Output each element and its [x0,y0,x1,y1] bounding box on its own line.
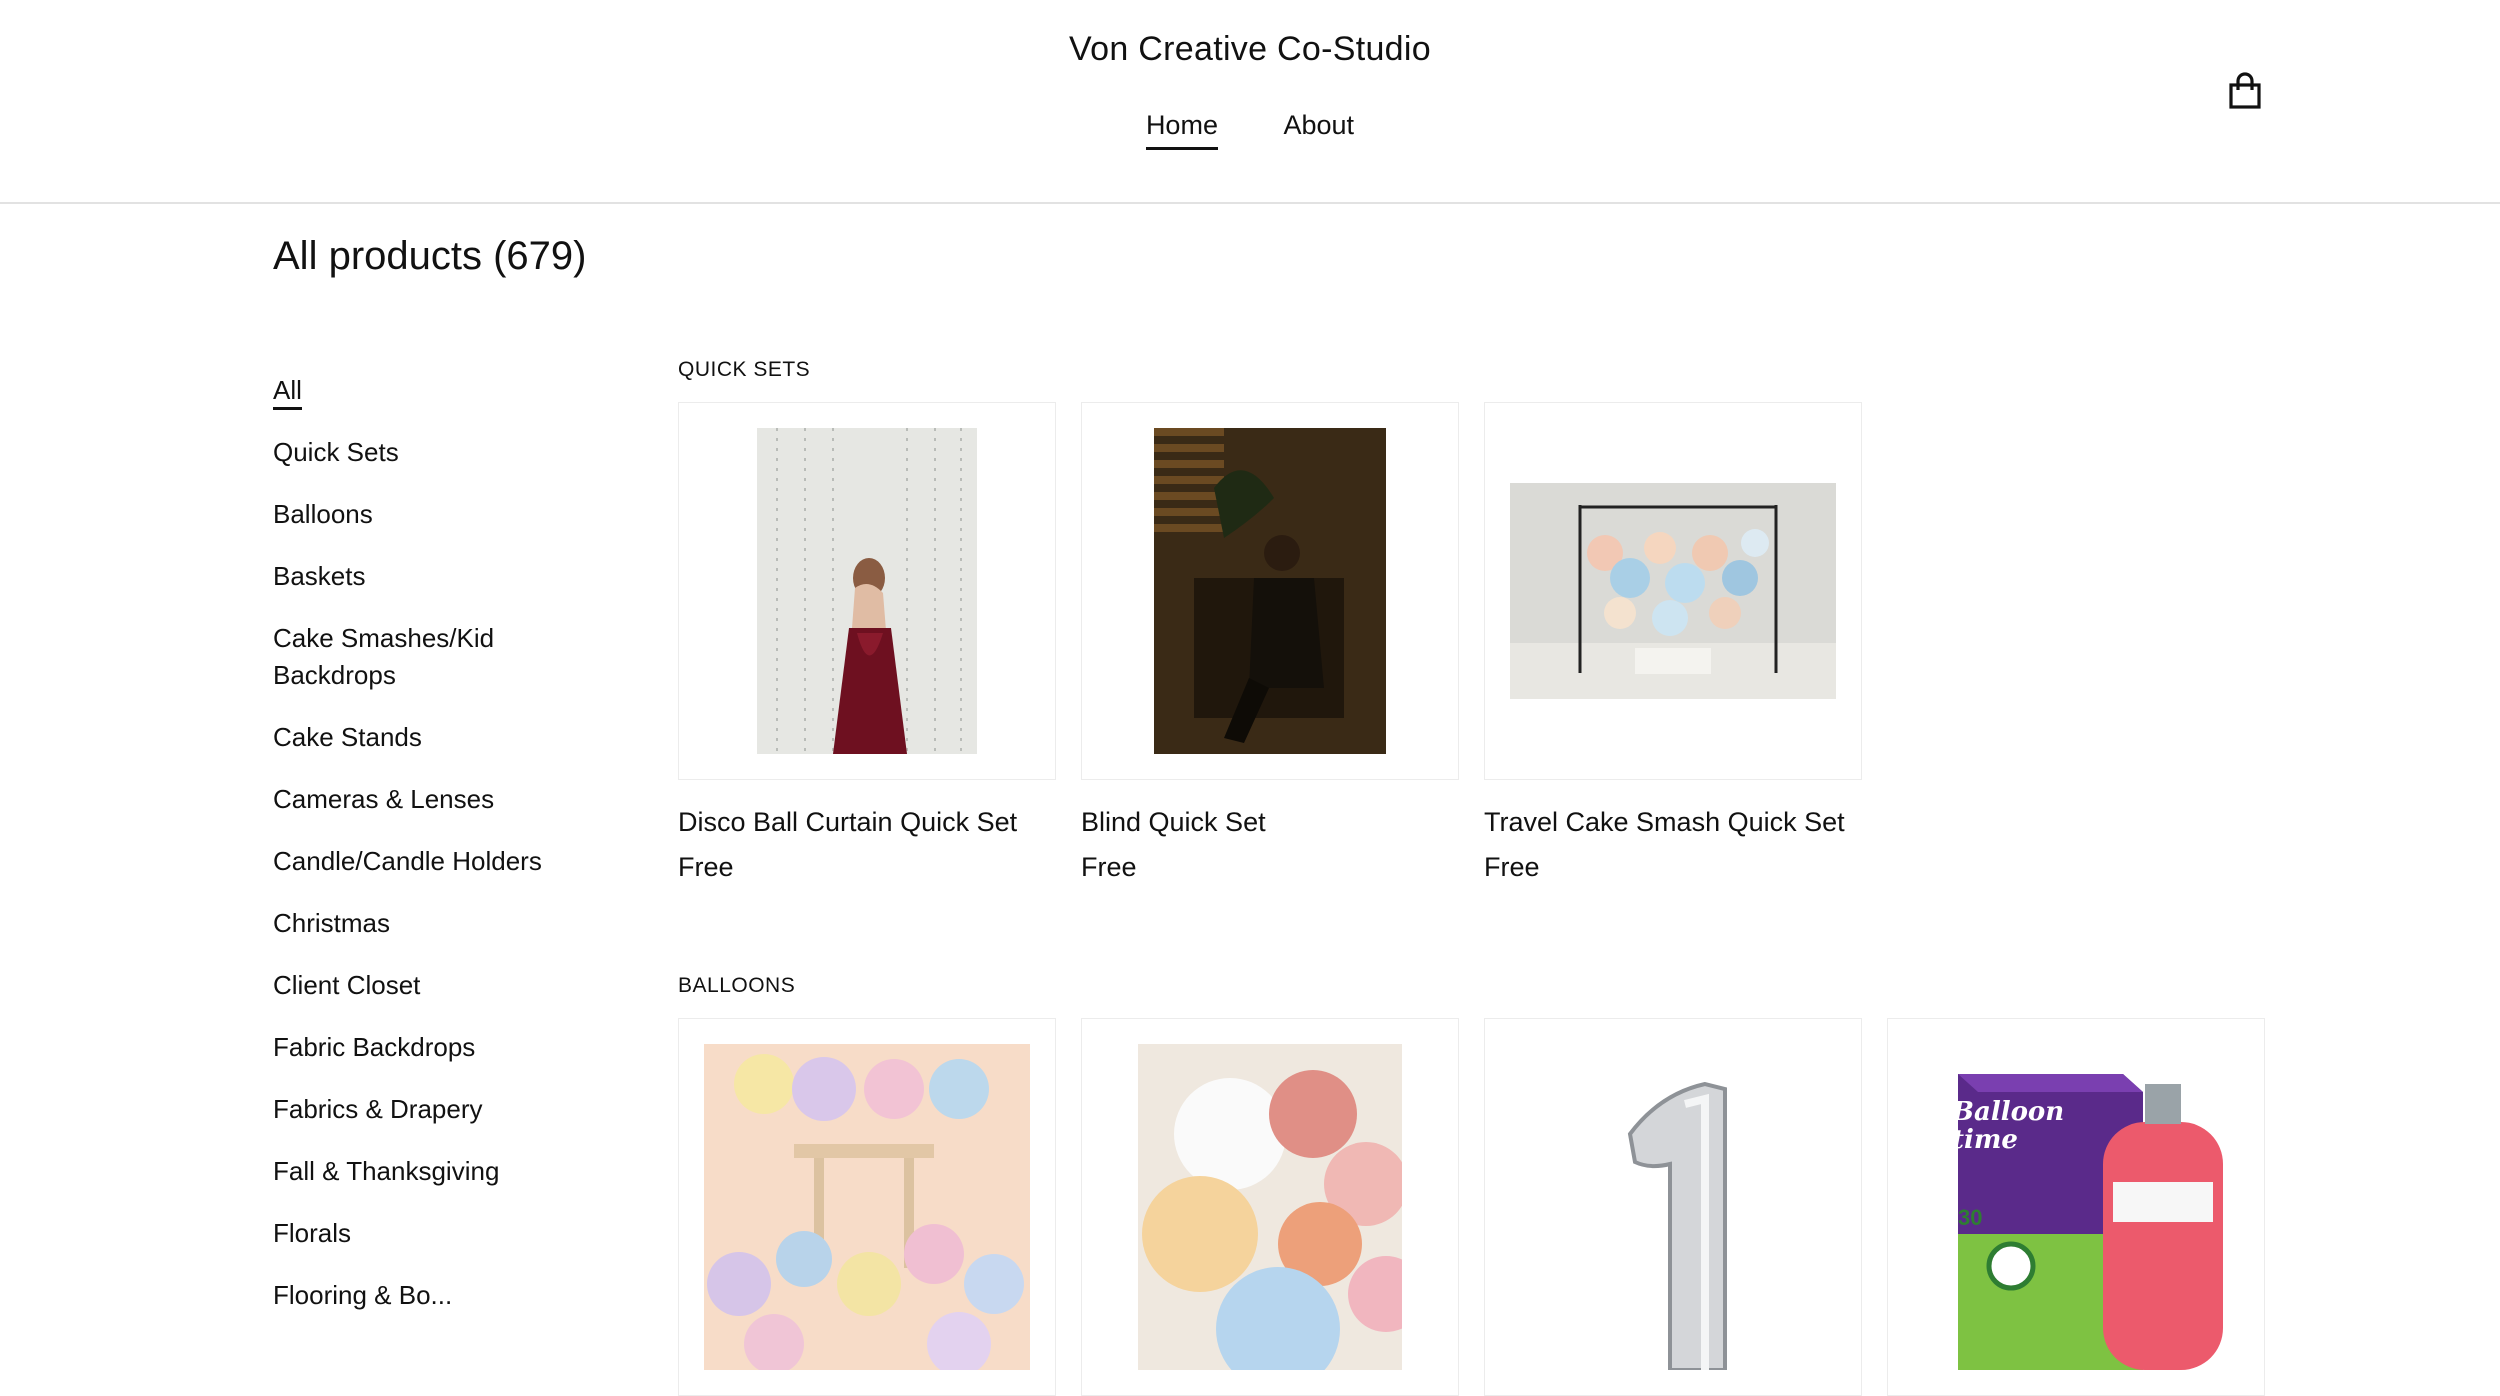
category-label: Baskets [273,561,366,591]
product-image-frame [1484,402,1862,780]
product-card-disco-ball[interactable]: Disco Ball Curtain Quick Set Free [678,402,1056,883]
category-label: Flooring & Bo... [273,1280,453,1310]
product-image-frame [1081,402,1459,780]
section-title-quick-sets: QUICK SETS [678,358,811,381]
category-label: Cake Stands [273,722,422,752]
pastel-balloons-photo [704,1044,1030,1370]
product-card-blind[interactable]: Blind Quick Set Free [1081,402,1459,883]
category-christmas[interactable]: Christmas [273,905,603,942]
product-price: Free [1081,852,1137,882]
category-all[interactable]: All [273,372,603,410]
category-cake-smashes[interactable]: Cake Smashes/Kid Backdrops [273,620,603,694]
product-card-travel-cake-smash[interactable]: Travel Cake Smash Quick Set Free [1484,402,1862,883]
product-card-balloon-3[interactable] [1484,1018,1862,1396]
disco-ball-curtain-photo [757,428,977,754]
category-flooring[interactable]: Flooring & Bo... [273,1277,603,1314]
category-client-closet[interactable]: Client Closet [273,967,603,1004]
travel-cake-smash-photo [1510,483,1836,699]
product-name: Travel Cake Smash Quick Set [1484,807,1845,837]
category-label: Fabrics & Drapery [273,1094,483,1124]
category-label: Client Closet [273,970,421,1000]
category-baskets[interactable]: Baskets [273,558,603,595]
site-title[interactable]: Von Creative Co-Studio [0,30,2500,69]
category-candle-holders[interactable]: Candle/Candle Holders [273,843,603,880]
category-quick-sets[interactable]: Quick Sets [273,434,603,471]
site-header: Von Creative Co-Studio Home About [0,0,2500,204]
category-fabric-backdrops[interactable]: Fabric Backdrops [273,1029,603,1066]
category-label: Cameras & Lenses [273,784,495,814]
product-image-frame [678,402,1056,780]
product-name: Blind Quick Set [1081,807,1266,837]
category-label: Florals [273,1218,352,1248]
category-fall-thanksgiving[interactable]: Fall & Thanksgiving [273,1153,603,1190]
category-label: Balloons [273,499,373,529]
product-image-frame [1081,1018,1459,1396]
product-card-balloon-2[interactable] [1081,1018,1459,1396]
page-title: All products (679) [273,234,587,278]
nav-about-link[interactable]: About [1283,110,1354,147]
category-label: Cake Smashes/Kid Backdrops [273,623,495,690]
category-balloons[interactable]: Balloons [273,496,603,533]
product-name: Disco Ball Curtain Quick Set [678,807,1018,837]
shopping-bag-icon[interactable] [2228,72,2262,110]
balloon-bunch-photo [1138,1044,1402,1370]
category-label: All [273,375,302,410]
category-cameras-lenses[interactable]: Cameras & Lenses [273,781,603,818]
number-one-balloon-photo [1510,1044,1836,1370]
blind-set-photo [1154,428,1386,754]
category-label: Fall & Thanksgiving [273,1156,500,1186]
section-title-balloons: BALLOONS [678,974,796,997]
product-image-frame [678,1018,1056,1396]
category-label: Candle/Candle Holders [273,846,542,876]
product-image-frame [1484,1018,1862,1396]
category-florals[interactable]: Florals [273,1215,603,1252]
category-sidebar: All Quick Sets Balloons Baskets Cake Sma… [273,372,603,1339]
helium-tank-number: 30 [1958,1205,1983,1230]
product-price: Free [678,852,734,882]
product-image-frame [1887,1018,2265,1396]
helium-tank-label: Balloon time [1952,1097,2065,1155]
product-card-balloon-1[interactable] [678,1018,1056,1396]
category-label: Quick Sets [273,437,399,467]
main-nav: Home About [0,110,2500,150]
category-cake-stands[interactable]: Cake Stands [273,719,603,756]
product-price: Free [1484,852,1540,882]
category-label: Christmas [273,908,391,938]
product-card-helium-tank[interactable] [1887,1018,2265,1396]
category-label: Fabric Backdrops [273,1032,476,1062]
category-fabrics-drapery[interactable]: Fabrics & Drapery [273,1091,603,1128]
nav-home-link[interactable]: Home [1145,110,1218,150]
